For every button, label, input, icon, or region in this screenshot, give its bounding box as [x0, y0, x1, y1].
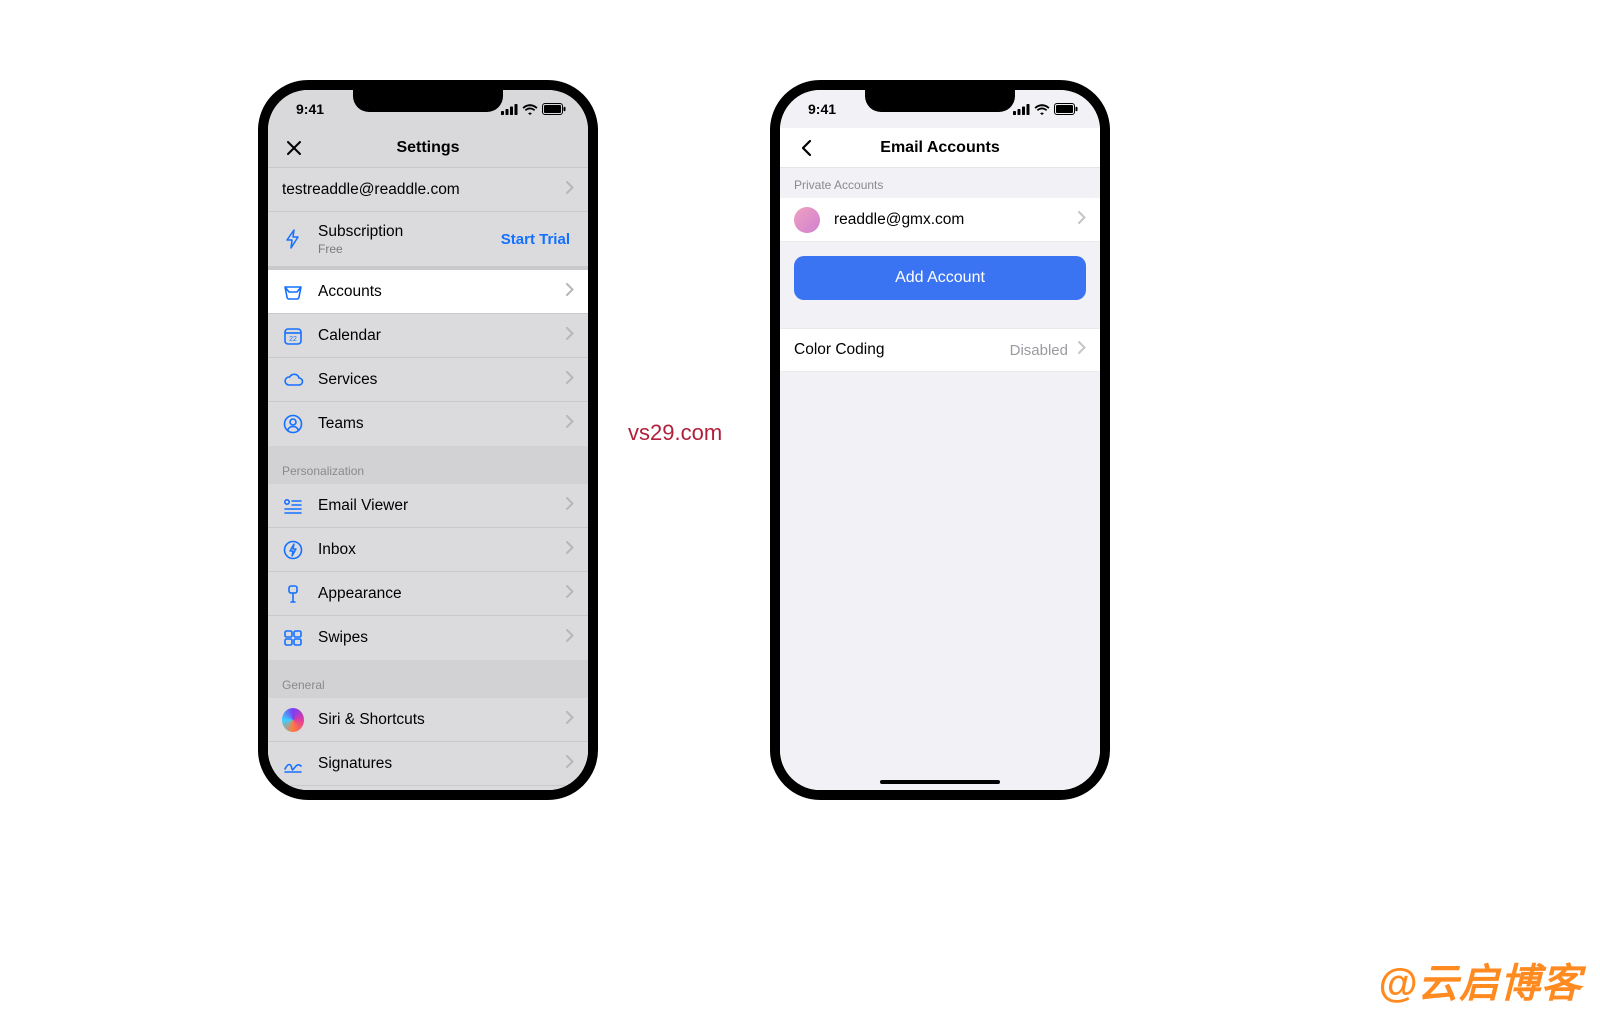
- settings-item-siri[interactable]: Siri & Shortcuts: [268, 698, 588, 742]
- row-label: Accounts: [318, 283, 560, 301]
- section-private-accounts: Private Accounts: [780, 168, 1100, 198]
- start-trial-link[interactable]: Start Trial: [501, 231, 570, 248]
- settings-item-teams[interactable]: Teams: [268, 402, 588, 446]
- settings-item-inbox[interactable]: Inbox: [268, 528, 588, 572]
- email-account-row[interactable]: readdle@gmx.com: [780, 198, 1100, 242]
- brush-icon: [282, 583, 304, 605]
- settings-item-calendar[interactable]: 22 Calendar: [268, 314, 588, 358]
- row-label: Appearance: [318, 585, 560, 603]
- wifi-icon: [522, 104, 538, 115]
- chevron-right-icon: [566, 283, 574, 301]
- status-time: 9:41: [296, 101, 324, 117]
- row-label: Teams: [318, 415, 560, 433]
- swipes-icon: [282, 627, 304, 649]
- chevron-right-icon: [566, 585, 574, 603]
- bolt-icon: [282, 228, 304, 250]
- cloud-icon: [282, 369, 304, 391]
- chevron-right-icon: [566, 497, 574, 515]
- chevron-right-icon: [566, 371, 574, 389]
- avatar: [794, 207, 820, 233]
- chevron-right-icon: [566, 541, 574, 559]
- status-time: 9:41: [808, 101, 836, 117]
- subscription-label: Subscription: [318, 223, 501, 241]
- row-label: Siri & Shortcuts: [318, 711, 560, 729]
- subscription-sub: Free: [318, 242, 501, 256]
- chevron-left-icon: [800, 139, 812, 157]
- row-label: Calendar: [318, 327, 560, 345]
- viewer-icon: [282, 495, 304, 517]
- row-label: Inbox: [318, 541, 560, 559]
- settings-item-email-viewer[interactable]: Email Viewer: [268, 484, 588, 528]
- cellular-icon: [501, 104, 518, 115]
- settings-item-swipes[interactable]: Swipes: [268, 616, 588, 660]
- row-label: Swipes: [318, 629, 560, 647]
- close-icon: [286, 140, 302, 156]
- account-label: readdle@gmx.com: [834, 211, 1072, 229]
- wifi-icon: [1034, 104, 1050, 115]
- home-indicator: [880, 780, 1000, 784]
- color-coding-row[interactable]: Color Coding Disabled: [780, 328, 1100, 372]
- add-account-button[interactable]: Add Account: [794, 256, 1086, 300]
- chevron-right-icon: [566, 629, 574, 647]
- notch: [353, 90, 503, 112]
- settings-item-accounts[interactable]: Accounts: [268, 270, 588, 314]
- chevron-right-icon: [566, 711, 574, 729]
- status-icons: [501, 103, 566, 115]
- page-title: Settings: [396, 139, 459, 157]
- section-general: General: [268, 660, 588, 698]
- phone-email-accounts: 9:41 Email Accounts Private Accounts rea…: [770, 80, 1110, 800]
- watermark-center: vs29.com: [628, 420, 722, 446]
- color-coding-value: Disabled: [1010, 342, 1068, 359]
- settings-item-services[interactable]: Services: [268, 358, 588, 402]
- watermark-corner: @云启博客: [1378, 951, 1582, 1009]
- chevron-right-icon: [1078, 341, 1086, 359]
- cellular-icon: [1013, 104, 1030, 115]
- svg-text:22: 22: [289, 336, 297, 343]
- bolt-circle-icon: [282, 539, 304, 561]
- status-icons: [1013, 103, 1078, 115]
- row-label: Email Viewer: [318, 497, 560, 515]
- calendar-icon: 22: [282, 325, 304, 347]
- chevron-right-icon: [566, 755, 574, 773]
- person-icon: [282, 413, 304, 435]
- page-title: Email Accounts: [880, 139, 999, 157]
- subscription-row[interactable]: Subscription Free Start Trial: [268, 212, 588, 266]
- settings-scroll[interactable]: testreaddle@readdle.com Subscription Fre…: [268, 168, 588, 790]
- settings-item-appearance[interactable]: Appearance: [268, 572, 588, 616]
- settings-item-signatures[interactable]: Signatures: [268, 742, 588, 786]
- section-personalization: Personalization: [268, 446, 588, 484]
- row-label: Signatures: [318, 755, 560, 773]
- chevron-right-icon: [1078, 211, 1086, 229]
- phone-settings: 9:41 Settings testreaddle@readdle.com Su…: [258, 80, 598, 800]
- inbox-icon: [282, 281, 304, 303]
- siri-icon: [282, 709, 304, 731]
- row-label: Services: [318, 371, 560, 389]
- battery-icon: [1054, 103, 1078, 115]
- battery-icon: [542, 103, 566, 115]
- chevron-right-icon: [566, 181, 574, 199]
- settings-navbar: Settings: [268, 128, 588, 168]
- account-email-row[interactable]: testreaddle@readdle.com: [268, 168, 588, 212]
- email-accounts-navbar: Email Accounts: [780, 128, 1100, 168]
- chevron-right-icon: [566, 327, 574, 345]
- notch: [865, 90, 1015, 112]
- settings-item-badges[interactable]: Badges: [268, 786, 588, 790]
- email-accounts-scroll[interactable]: Private Accounts readdle@gmx.com Add Acc…: [780, 168, 1100, 790]
- account-email-label: testreaddle@readdle.com: [282, 181, 560, 199]
- close-button[interactable]: [278, 128, 310, 167]
- signature-icon: [282, 753, 304, 775]
- color-coding-label: Color Coding: [794, 341, 1010, 359]
- chevron-right-icon: [566, 415, 574, 433]
- add-account-label: Add Account: [895, 269, 985, 287]
- back-button[interactable]: [790, 128, 822, 167]
